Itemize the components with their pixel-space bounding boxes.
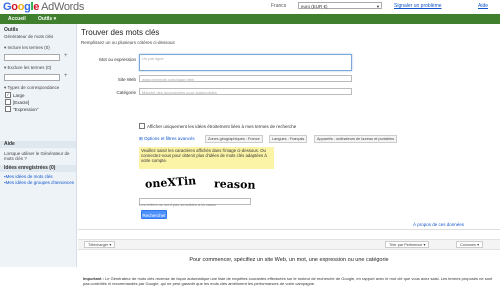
top-bar: Google AdWords Francs euro (EUR €) ▼ Sign… [0,0,500,14]
report-problem-link[interactable]: Signaler un problème [394,3,442,9]
word-label: Mot ou expression [99,57,136,62]
site-label: Site Web [117,77,136,82]
advanced-options-link[interactable]: ⊞ Options et filtres avancés [139,136,195,142]
tab-tools[interactable]: Outils ▾ [38,16,56,22]
captcha-word-1: oneXTin [144,174,197,191]
language-filter[interactable]: Langues : Français [269,135,308,143]
checkbox-icon [5,106,11,112]
columns-button[interactable]: Colonnes ▾ [456,241,484,248]
only-related-checkbox[interactable]: Afficher uniquement les idées étroitemen… [139,123,296,130]
sidebar-subtitle[interactable]: Générateur de mots clés [4,34,53,39]
help-link[interactable]: Aide [478,3,488,9]
sidebar-title: Outils [4,27,19,33]
captcha-word-2: reason [213,177,256,192]
include-terms-label[interactable]: ▾ Inclure les termes (0) [4,45,50,51]
exclude-terms-label[interactable]: ▾ Exclure les termes (0) [4,65,51,71]
checkbox-icon [5,99,11,105]
chevron-down-icon: ▾ [109,243,112,247]
sort-button[interactable]: Trier par Pertinence ▾ [385,241,430,248]
chevron-down-icon: ▾ [423,243,426,247]
match-types-label[interactable]: ▾ Types de correspondance [4,85,59,91]
chevron-down-icon: ▾ [477,243,480,247]
tab-tools-label: Outils [38,16,53,22]
saved-ideas-header: Idées enregistrées (0) [0,165,76,172]
devices-filter[interactable]: Appareils : ordinateurs de bureau et por… [314,135,398,143]
page-subtitle: Remplissez un ou plusieurs critères ci-d… [81,40,175,45]
category-input[interactable]: Marché des accessoires pour automobiles [139,88,352,95]
search-button[interactable]: Rechercher [141,210,167,219]
footnote-text: Le Générateur de mots clés recense de fa… [83,276,493,286]
sidebar: Outils Générateur de mots clés ▾ Inclure… [0,24,77,267]
main-nav: Accueil Outils ▾ [0,14,500,24]
checkbox-checked-icon: ✓ [5,92,11,98]
tab-home[interactable]: Accueil [8,16,26,22]
currency-label: Francs [271,3,287,9]
help-text[interactable]: Lorsque utiliser le Générateur de mots c… [4,151,74,161]
empty-results-message: Pour commencer, spécifiez un site Web, u… [189,257,389,263]
add-icon[interactable]: + [64,53,68,59]
footnote: Important : Le Générateur de mots clés r… [83,276,497,286]
word-input[interactable]: Un par ligne [139,54,352,71]
exclude-terms-input[interactable] [4,74,60,81]
page-title: Trouver des mots clés [81,28,160,37]
site-input[interactable]: www.exemple.com/page.html [139,75,352,82]
about-data-link[interactable]: À propos de ces données [413,222,464,227]
location-filter[interactable]: Zones géographiques : France [205,135,263,143]
chevron-down-icon: ▼ [376,4,380,9]
adwords-logo[interactable]: Google AdWords [3,1,84,13]
checkbox-icon [139,123,145,129]
chevron-down-icon: ▾ [53,16,57,22]
saved-adgroups-link[interactable]: ▪Mes idées de groupes d'annonces [4,180,74,185]
captcha-hint: Les lettres ne sont pas sensibles à la c… [139,202,217,207]
product-name: AdWords [41,1,85,13]
add-icon[interactable]: + [64,73,68,79]
plus-icon: ⊞ [139,136,143,141]
download-button[interactable]: Télécharger ▾ [84,241,116,248]
results-toolbar: Télécharger ▾ Trier par Pertinence ▾ Col… [78,239,500,250]
saved-keywords-link[interactable]: ▪Mes idées de mots clés [4,174,53,179]
captcha-image: oneXTin reason [139,172,274,196]
divider [78,229,500,230]
include-terms-input[interactable] [4,54,60,61]
currency-select[interactable]: euro (EUR €) ▼ [298,2,382,9]
match-phrase-checkbox[interactable]: "Expression" [5,106,38,113]
category-label: Catégorie [116,90,136,95]
captcha-note: Veuillez saisir les caractères affichés … [139,147,274,169]
help-section-header: Aide [0,141,76,148]
currency-value: euro (EUR €) [301,4,328,9]
